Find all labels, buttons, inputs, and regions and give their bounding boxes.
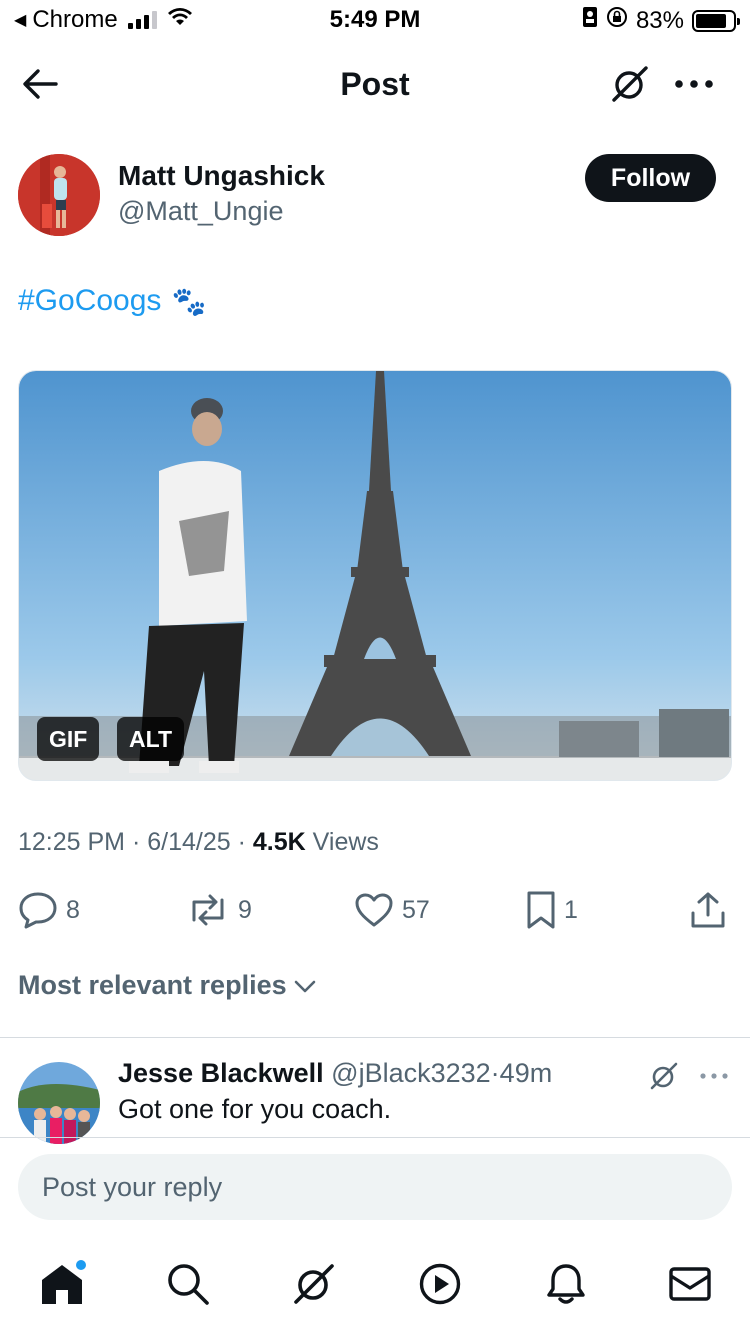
alt-badge[interactable]: ALT: [117, 717, 185, 761]
meta-separator: ·: [237, 828, 246, 856]
reply-more-button[interactable]: [694, 1056, 734, 1096]
reply-author-name[interactable]: Jesse Blackwell: [118, 1058, 324, 1088]
nav-search[interactable]: [162, 1258, 214, 1310]
author-name[interactable]: Matt Ungashick: [118, 160, 325, 192]
post-date: 6/14/25: [147, 828, 231, 856]
bookmark-count: 1: [564, 895, 578, 924]
author-avatar[interactable]: [18, 154, 100, 236]
top-bar: Post: [0, 52, 750, 116]
reply-author-handle[interactable]: @jBlack3232: [331, 1058, 491, 1088]
gif-badge: GIF: [37, 717, 100, 761]
reply-sort-label: Most relevant replies: [18, 970, 287, 1000]
paw-prints-emoji: 🐾: [171, 284, 207, 318]
bookmark-action[interactable]: 1: [526, 888, 578, 932]
grok-icon: [650, 1062, 678, 1090]
reply-separator: ·: [490, 1058, 500, 1088]
reply-grok-button[interactable]: [644, 1056, 684, 1096]
grok-icon: [612, 66, 648, 102]
post-time: 12:25 PM: [18, 828, 126, 856]
id-badge-icon: [582, 6, 598, 35]
author-handle[interactable]: @Matt_Ungie: [118, 196, 283, 227]
reply-sort-dropdown[interactable]: Most relevant replies: [18, 970, 317, 1001]
views-count: 4.5K: [252, 828, 306, 856]
reply-input[interactable]: [18, 1154, 732, 1220]
video-icon: [419, 1263, 461, 1305]
reply-count: 8: [66, 895, 80, 924]
divider: [0, 1137, 750, 1138]
chevron-down-icon: [294, 980, 315, 992]
battery-icon: [692, 9, 740, 32]
share-action[interactable]: [690, 888, 726, 932]
more-dots-icon: [700, 1073, 728, 1079]
search-icon: [168, 1264, 209, 1305]
home-notification-dot: [76, 1260, 86, 1270]
like-count: 57: [402, 895, 430, 924]
grok-icon: [294, 1264, 334, 1304]
reply-avatar[interactable]: [18, 1062, 100, 1144]
nav-messages[interactable]: [664, 1258, 716, 1310]
bookmark-icon: [527, 891, 555, 929]
post-media-gif[interactable]: GIF ALT: [18, 370, 732, 781]
nav-home[interactable]: [36, 1258, 88, 1310]
repost-icon: [192, 894, 224, 926]
reply-age: 49m: [499, 1058, 553, 1088]
follow-button[interactable]: Follow: [585, 154, 716, 202]
grok-button[interactable]: [606, 62, 654, 106]
more-button[interactable]: [668, 62, 720, 106]
repost-action[interactable]: 9: [186, 888, 252, 932]
reply-text: Got one for you coach.: [118, 1094, 392, 1124]
bell-icon: [547, 1264, 585, 1304]
status-right: 83%: [582, 6, 740, 35]
reply-header: Jesse Blackwell @jBlack3232·49m: [118, 1058, 552, 1089]
mail-icon: [669, 1267, 711, 1301]
like-action[interactable]: 57: [354, 888, 430, 932]
post-meta: 12:25 PM · 6/14/25 · 4.5K Views: [18, 828, 379, 857]
meta-separator: ·: [131, 828, 141, 856]
battery-percent: 83%: [635, 6, 684, 34]
divider: [0, 1037, 750, 1038]
nav-video[interactable]: [414, 1258, 466, 1310]
nav-grok[interactable]: [288, 1258, 340, 1310]
heart-icon: [355, 893, 393, 927]
reply-bubble-icon: [19, 892, 57, 929]
repost-count: 9: [238, 895, 252, 924]
reply-action[interactable]: 8: [18, 888, 80, 932]
status-bar: ◀ Chrome 5:49 PM 83%: [0, 0, 750, 42]
nav-notifications[interactable]: [540, 1258, 592, 1310]
post-text: #GoCoogs 🐾: [18, 284, 206, 318]
hashtag-link[interactable]: #GoCoogs: [18, 284, 161, 318]
views-label: Views: [312, 828, 379, 856]
more-dots-icon: [675, 80, 713, 88]
share-icon: [691, 892, 725, 928]
portrait-lock-icon: [606, 6, 628, 35]
